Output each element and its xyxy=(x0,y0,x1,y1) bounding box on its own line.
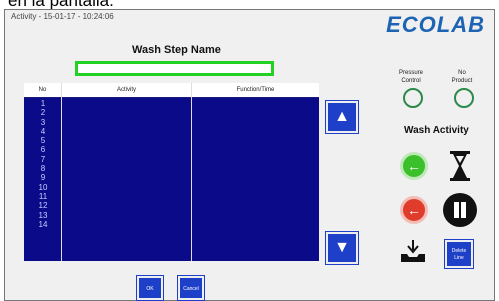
table-row[interactable]: 6 xyxy=(24,145,62,154)
pressure-label-line2: Control xyxy=(401,78,421,84)
pause-icon[interactable] xyxy=(443,193,477,227)
status-text: Activity - 15-01-17 - 10:24:06 xyxy=(11,12,114,21)
table-row[interactable]: 13 xyxy=(24,211,62,220)
header-no: No xyxy=(24,83,61,98)
table-row[interactable]: 1 xyxy=(24,99,62,108)
wash-step-name-input[interactable] xyxy=(75,61,274,76)
header-activity: Activity xyxy=(62,83,191,98)
scroll-up-button[interactable]: ▲ xyxy=(326,101,358,133)
row-numbers: 1 2 3 4 5 6 7 8 9 10 11 12 13 14 xyxy=(24,99,62,229)
activity-table: No Activity Function/Time 1 2 3 4 5 6 7 … xyxy=(23,82,320,262)
ecolab-logo: ECOLAB xyxy=(386,12,485,37)
no-product-indicator xyxy=(454,88,474,108)
no-product-label-line2: Product xyxy=(451,78,473,84)
delete-label-line2: Line xyxy=(454,255,464,261)
table-row[interactable]: 14 xyxy=(24,220,62,229)
arrow-left-icon: ← xyxy=(407,158,421,174)
no-product-label-line1: No xyxy=(458,70,466,76)
pressure-label-line1: Pressure xyxy=(398,70,423,76)
pressure-control-indicator xyxy=(403,88,423,108)
table-row[interactable]: 7 xyxy=(24,155,62,164)
cancel-button[interactable]: Cancel xyxy=(178,276,204,300)
column-activity xyxy=(61,83,192,261)
table-row[interactable]: 11 xyxy=(24,192,62,201)
table-row[interactable]: 10 xyxy=(24,183,62,192)
no-product-label: No Product xyxy=(448,69,476,85)
table-row[interactable]: 3 xyxy=(24,118,62,127)
header-function-time: Function/Time xyxy=(192,83,319,98)
ok-button[interactable]: OK xyxy=(137,276,163,300)
table-row[interactable]: 9 xyxy=(24,173,62,182)
scroll-down-button[interactable]: ▼ xyxy=(326,232,358,264)
table-row[interactable]: 2 xyxy=(24,108,62,117)
enter-activity-button[interactable]: ← xyxy=(400,152,428,180)
delete-line-button[interactable]: Delete Line xyxy=(445,240,473,268)
pressure-control-label: Pressure Control xyxy=(397,69,425,85)
delete-label-line1: Delete xyxy=(451,248,467,254)
table-row[interactable]: 12 xyxy=(24,201,62,210)
download-tray-icon[interactable] xyxy=(399,240,427,262)
arrow-left-icon: ← xyxy=(407,202,421,218)
table-row[interactable]: 4 xyxy=(24,127,62,136)
wash-activity-label: Wash Activity xyxy=(404,125,469,136)
table-row[interactable]: 5 xyxy=(24,136,62,145)
table-row[interactable]: 8 xyxy=(24,164,62,173)
hourglass-icon[interactable] xyxy=(449,151,471,181)
exit-activity-button[interactable]: ← xyxy=(400,196,428,224)
page-title: Wash Step Name xyxy=(132,44,221,56)
